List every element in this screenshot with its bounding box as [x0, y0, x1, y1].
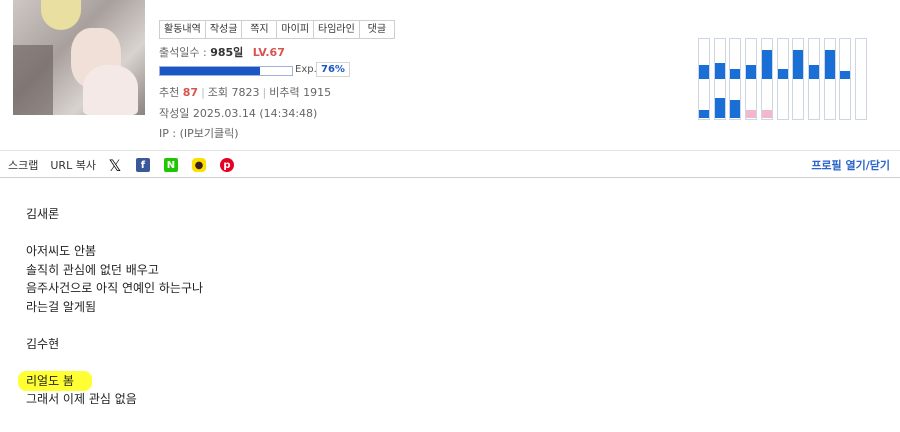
nonrec-value: 1915 — [303, 86, 332, 99]
post-line: 솔직히 관심에 없던 배우고 — [26, 262, 159, 277]
share-bar: 스크랩 URL 복사 𝕏 f N ● p — [8, 156, 248, 175]
profile-tabs: 활동내역 작성글 쪽지 마이피 타임라인 댓글 — [159, 20, 395, 39]
activity-bar-up — [808, 65, 819, 79]
activity-bar-up — [777, 69, 788, 79]
activity-bar-up — [714, 63, 725, 79]
post-line: 음주사건으로 아직 연예인 하는구나 — [26, 281, 204, 295]
activity-graph — [698, 38, 870, 120]
stats-row: 추천 87 | 조회 7823 | 비추력 1915 — [159, 86, 332, 99]
views-value: 7823 — [231, 86, 260, 99]
post-line: 그래서 이제 관심 없음 — [26, 392, 137, 406]
activity-bar-down — [730, 100, 741, 118]
activity-graph-column — [698, 38, 710, 120]
exp-progress-fill — [160, 67, 261, 75]
exp-progress-bar — [159, 66, 293, 76]
profile-toggle-link[interactable]: 프로필 열기/닫기 — [811, 157, 890, 173]
post-line: 아저씨도 안봄 — [26, 244, 97, 258]
views-label: 조회 — [207, 86, 229, 99]
activity-graph-column — [792, 38, 805, 120]
post-body: 김새론 아저씨도 안봄 솔직히 관심에 없던 배우고 음주사건으로 아직 연예인… — [18, 205, 204, 409]
post-line — [26, 224, 203, 243]
activity-bar-up — [824, 50, 835, 79]
post-line: 김수현 — [26, 336, 60, 351]
activity-graph-column — [823, 38, 836, 120]
activity-graph-column — [713, 38, 726, 120]
tab-timeline[interactable]: 타임라인 — [313, 20, 360, 39]
attendance-label: 출석일수 : — [159, 46, 207, 59]
nonrec-label: 비추력 — [269, 86, 300, 99]
tab-posts[interactable]: 작성글 — [204, 20, 243, 39]
date-row: 작성일 2025.03.14 (14:34:48) — [159, 105, 317, 121]
post-line — [26, 316, 203, 335]
pinterest-icon[interactable]: p — [219, 158, 234, 172]
post-line — [26, 353, 203, 372]
activity-graph-column — [839, 38, 852, 120]
url-copy-button[interactable]: URL 복사 — [50, 157, 96, 173]
scrap-button[interactable]: 스크랩 — [8, 157, 38, 173]
exp-label: Exp. — [295, 64, 317, 75]
facebook-icon[interactable]: f — [135, 158, 150, 172]
ip-row: IP : (IP보기클릭) — [159, 125, 239, 141]
activity-bar-up — [761, 50, 772, 79]
tab-comments[interactable]: 댓글 — [358, 20, 395, 39]
activity-bar-up — [730, 69, 741, 79]
activity-graph-column — [776, 38, 789, 120]
kakaotalk-icon[interactable]: ● — [191, 158, 206, 172]
x-icon[interactable]: 𝕏 — [108, 156, 122, 175]
post-line: 라는걸 알게됨 — [26, 299, 97, 314]
activity-bar-down — [746, 110, 757, 118]
date-label: 작성일 — [159, 107, 190, 120]
activity-graph-column — [807, 38, 820, 120]
ip-label: IP : — [159, 127, 177, 140]
tab-mypi[interactable]: 마이피 — [276, 20, 315, 39]
divider — [0, 177, 900, 178]
activity-bar-up — [699, 65, 709, 79]
attendance-row: 출석일수 : 985일 LV.67 — [159, 44, 285, 60]
activity-graph-column — [855, 38, 867, 120]
activity-bar-up — [840, 71, 851, 79]
activity-bar-down — [699, 110, 709, 118]
highlighted-post-line: 리얼도 봄 — [18, 370, 92, 391]
recommend-value: 87 — [182, 86, 199, 99]
activity-bar-up — [746, 65, 757, 79]
naver-icon[interactable]: N — [163, 158, 178, 172]
user-avatar — [13, 0, 145, 115]
exp-percent: 76% — [316, 62, 350, 77]
activity-bar-up — [793, 50, 804, 79]
ip-reveal-link[interactable]: (IP보기클릭) — [180, 127, 239, 140]
divider — [0, 150, 900, 151]
attendance-value: 985일 — [210, 46, 244, 59]
activity-bar-down — [714, 98, 725, 118]
tab-messages[interactable]: 쪽지 — [241, 20, 278, 39]
activity-graph-column — [729, 38, 742, 120]
post-line: 김새론 — [26, 207, 60, 221]
tab-activity[interactable]: 활동내역 — [159, 20, 206, 39]
recommend-label: 추천 — [159, 86, 180, 99]
date-value: 2025.03.14 (14:34:48) — [192, 107, 318, 120]
level-badge: LV.67 — [252, 46, 285, 59]
activity-graph-column — [760, 38, 773, 120]
activity-bar-down — [761, 110, 772, 118]
activity-graph-column — [745, 38, 758, 120]
